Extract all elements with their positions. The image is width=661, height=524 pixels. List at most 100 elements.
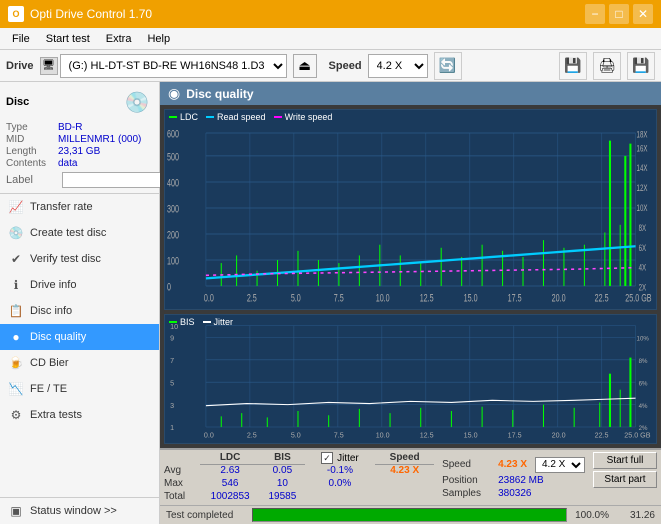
speed-select[interactable]: 4.2 X xyxy=(368,54,428,78)
jitter-checkbox[interactable]: ✓ xyxy=(321,452,333,464)
sidebar-item-drive-info[interactable]: ℹ Drive info xyxy=(0,272,159,298)
drive-label: Drive xyxy=(6,60,34,72)
legend-bis: BIS xyxy=(169,317,195,327)
toolbar: Drive 🖥 (G:) HL-DT-ST BD-RE WH16NS48 1.D… xyxy=(0,50,661,82)
sidebar-item-cd-bier[interactable]: 🍺 CD Bier xyxy=(0,350,159,376)
bottom-panel: LDC BIS ✓ Jitter xyxy=(160,448,661,524)
progress-bar-container xyxy=(252,508,567,522)
svg-text:25.0 GB: 25.0 GB xyxy=(625,292,651,304)
svg-text:0: 0 xyxy=(167,281,171,293)
read-speed-color xyxy=(206,116,214,118)
write-speed-color xyxy=(274,116,282,118)
drive-icon: 🖥 xyxy=(40,57,58,75)
svg-text:15.0: 15.0 xyxy=(464,431,478,440)
maximize-button[interactable]: □ xyxy=(609,4,629,24)
svg-text:0.0: 0.0 xyxy=(204,431,214,440)
legend-ldc-label: LDC xyxy=(180,112,198,122)
chart-title: Disc quality xyxy=(186,87,253,101)
svg-text:100: 100 xyxy=(167,255,179,267)
drive-select[interactable]: (G:) HL-DT-ST BD-RE WH16NS48 1.D3 xyxy=(60,54,287,78)
position-value: 23862 MB xyxy=(498,475,544,486)
menu-bar: File Start test Extra Help xyxy=(0,28,661,50)
toolbar-icon-3[interactable]: 💾 xyxy=(627,52,655,80)
sidebar-item-fe-te[interactable]: 📉 FE / TE xyxy=(0,376,159,402)
svg-text:8X: 8X xyxy=(639,223,647,234)
svg-text:14X: 14X xyxy=(637,163,649,174)
toolbar-icon-1[interactable]: 💾 xyxy=(559,52,587,80)
app-icon: O xyxy=(8,6,24,22)
refresh-button[interactable]: 🔄 xyxy=(434,52,462,80)
legend-read-label: Read speed xyxy=(217,112,266,122)
svg-text:10.0: 10.0 xyxy=(376,431,390,440)
progress-value: 31.26 xyxy=(615,510,655,521)
svg-text:15.0: 15.0 xyxy=(464,292,478,304)
menu-start-test[interactable]: Start test xyxy=(38,31,98,47)
svg-text:500: 500 xyxy=(167,151,179,163)
top-chart-svg: 0 100 200 300 400 500 600 2X 4X 6X 8X 10… xyxy=(165,110,656,309)
disc-type-row: Type BD-R xyxy=(6,122,153,133)
eject-button[interactable]: ⏏ xyxy=(293,54,317,78)
svg-text:6%: 6% xyxy=(639,380,648,387)
minimize-button[interactable]: − xyxy=(585,4,605,24)
sidebar-item-label: Transfer rate xyxy=(30,201,93,213)
sidebar-item-verify-test-disc[interactable]: ✔ Verify test disc xyxy=(0,246,159,272)
sidebar-item-disc-quality[interactable]: ● Disc quality xyxy=(0,324,159,350)
max-bis: 10 xyxy=(260,477,304,490)
avg-bis: 0.05 xyxy=(260,464,304,477)
start-full-button[interactable]: Start full xyxy=(593,452,657,469)
status-window-button[interactable]: ▣ Status window >> xyxy=(0,497,159,524)
svg-text:7.5: 7.5 xyxy=(334,431,344,440)
max-label: Max xyxy=(164,477,200,490)
verify-test-disc-icon: ✔ xyxy=(8,251,24,267)
speed-value: 4.23 X xyxy=(390,465,419,476)
col-header-speed: Speed xyxy=(375,452,434,464)
legend-write-label: Write speed xyxy=(285,112,333,122)
start-part-button[interactable]: Start part xyxy=(593,471,657,488)
sidebar-item-label: Disc info xyxy=(30,305,72,317)
total-ldc: 1002853 xyxy=(200,490,260,503)
menu-help[interactable]: Help xyxy=(139,31,178,47)
sidebar-item-disc-info[interactable]: 📋 Disc info xyxy=(0,298,159,324)
speed-value-right: 4.23 X xyxy=(498,459,527,470)
menu-file[interactable]: File xyxy=(4,31,38,47)
top-chart-legend: LDC Read speed Write speed xyxy=(169,112,332,122)
disc-contents-row: Contents data xyxy=(6,158,153,169)
bis-color xyxy=(169,321,177,323)
sidebar-item-extra-tests[interactable]: ⚙ Extra tests xyxy=(0,402,159,428)
toolbar-icon-2[interactable]: 🖨 xyxy=(593,52,621,80)
stats-table: LDC BIS ✓ Jitter xyxy=(160,450,438,505)
disc-mid-label: MID xyxy=(6,134,58,145)
disc-mid-value: MILLENMR1 (000) xyxy=(58,134,141,145)
disc-icon: 💿 xyxy=(121,86,153,118)
status-window-icon: ▣ xyxy=(8,503,24,519)
max-ldc: 546 xyxy=(200,477,260,490)
svg-text:2.5: 2.5 xyxy=(247,431,257,440)
nav-section: 📈 Transfer rate 💿 Create test disc ✔ Ver… xyxy=(0,194,159,497)
svg-text:1: 1 xyxy=(170,423,174,432)
close-button[interactable]: ✕ xyxy=(633,4,653,24)
position-row-display: Position 23862 MB xyxy=(442,475,585,486)
legend-jitter-label: Jitter xyxy=(214,317,234,327)
speed-dropdown[interactable]: 4.2 X xyxy=(535,457,585,473)
legend-read-speed: Read speed xyxy=(206,112,266,122)
progress-bar-fill xyxy=(253,509,566,521)
progress-status: Test completed xyxy=(166,510,246,521)
svg-text:22.5: 22.5 xyxy=(595,431,609,440)
col-header-ldc: LDC xyxy=(200,452,260,464)
charts-area: LDC Read speed Write speed xyxy=(160,105,661,448)
svg-text:18X: 18X xyxy=(637,129,649,140)
svg-text:22.5: 22.5 xyxy=(595,292,609,304)
disc-type-value: BD-R xyxy=(58,122,82,133)
disc-contents-value: data xyxy=(58,158,77,169)
speed-row: Speed 4.23 X 4.2 X xyxy=(442,457,585,473)
jitter-color xyxy=(203,321,211,323)
col-header-jitter-check[interactable]: ✓ Jitter xyxy=(305,452,376,464)
sidebar-item-create-test-disc[interactable]: 💿 Create test disc xyxy=(0,220,159,246)
fe-te-icon: 📉 xyxy=(8,381,24,397)
svg-text:9: 9 xyxy=(170,333,174,342)
extra-tests-icon: ⚙ xyxy=(8,407,24,423)
menu-extra[interactable]: Extra xyxy=(98,31,140,47)
sidebar-item-transfer-rate[interactable]: 📈 Transfer rate xyxy=(0,194,159,220)
position-row xyxy=(375,477,434,490)
svg-text:4%: 4% xyxy=(639,403,648,410)
